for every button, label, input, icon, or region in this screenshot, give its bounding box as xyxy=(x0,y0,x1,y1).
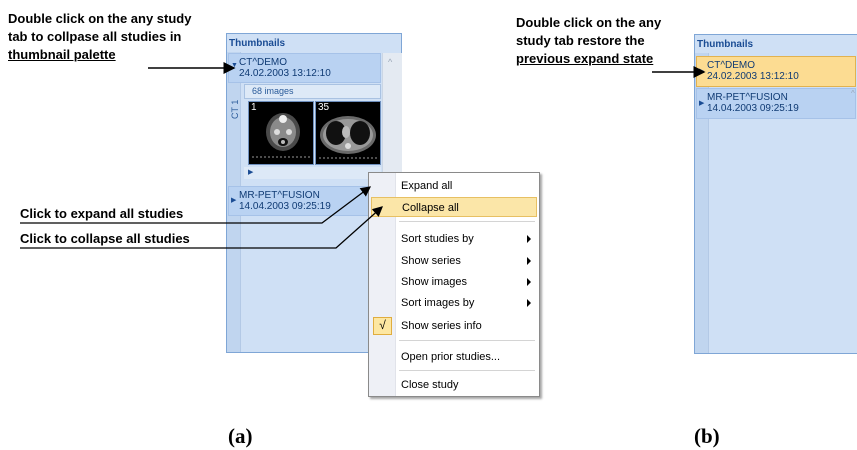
annotation-arrows xyxy=(20,62,706,249)
arrow-to-collapse-all xyxy=(20,206,383,249)
arrow-to-expand-all xyxy=(20,186,372,224)
caption-b: (b) xyxy=(694,424,720,448)
caption-a: (a) xyxy=(228,424,253,448)
